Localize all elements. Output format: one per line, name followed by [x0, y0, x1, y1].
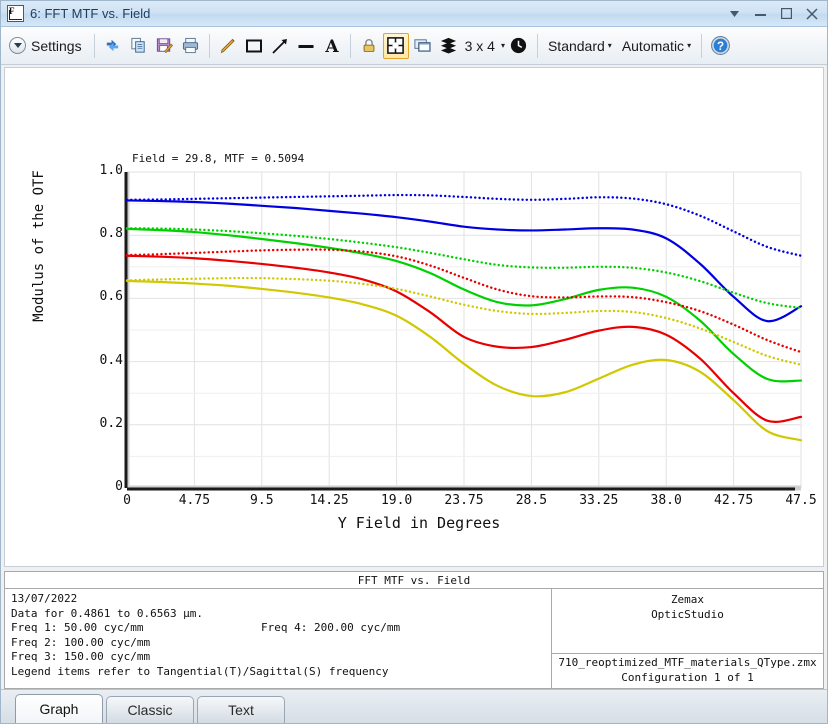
- fit-window-icon[interactable]: [383, 33, 409, 59]
- tab-bar: GraphClassicText: [1, 689, 827, 723]
- info-freq2: Freq 2: 100.00 cyc/mm: [11, 636, 551, 651]
- mtf-plot: [5, 68, 824, 567]
- info-panel-title: FFT MTF vs. Field: [5, 572, 823, 589]
- info-freq1: Freq 1: 50.00 cyc/mm: [11, 621, 261, 636]
- file-name: 710_reoptimized_MTF_materials_QType.zmx: [552, 656, 823, 671]
- tab-text[interactable]: Text: [197, 696, 285, 723]
- chevron-down-icon: ▾: [608, 41, 612, 50]
- info-data-for: Data for 0.4861 to 0.6563 µm.: [11, 607, 551, 622]
- svg-text:A: A: [324, 37, 339, 56]
- maximize-button[interactable]: [773, 3, 799, 25]
- dropdown-menu-button[interactable]: [721, 3, 747, 25]
- toolbar-separator: [209, 34, 210, 58]
- scale-combo-label: Automatic: [622, 38, 684, 54]
- save-image-icon[interactable]: [153, 34, 177, 58]
- chevron-down-icon: [9, 37, 26, 54]
- info-freq3: Freq 3: 150.00 cyc/mm: [11, 650, 551, 665]
- settings-label: Settings: [31, 38, 82, 54]
- chevron-down-icon[interactable]: ▾: [501, 41, 505, 50]
- svg-text:?: ?: [717, 41, 724, 53]
- fft-mtf-window: F 6: FFT MTF vs. Field Settings: [0, 0, 828, 724]
- info-date: 13/07/2022: [11, 592, 551, 607]
- brand-line-1: Zemax: [552, 593, 823, 608]
- info-panel: FFT MTF vs. Field 13/07/2022 Data for 0.…: [4, 571, 824, 689]
- copy-icon[interactable]: [127, 34, 151, 58]
- text-annotate-icon[interactable]: A: [320, 34, 344, 58]
- chevron-down-icon: ▾: [687, 41, 691, 50]
- grid-layout-label[interactable]: 3 x 4: [465, 38, 495, 54]
- settings-button[interactable]: Settings: [7, 31, 88, 61]
- help-icon[interactable]: ?: [708, 34, 732, 58]
- print-icon[interactable]: [179, 34, 203, 58]
- tab-classic[interactable]: Classic: [106, 696, 194, 723]
- toolbar-separator: [701, 34, 702, 58]
- configuration-label: Configuration 1 of 1: [552, 671, 823, 686]
- info-panel-right: Zemax OpticStudio 710_reoptimized_MTF_ma…: [551, 589, 823, 688]
- style-combo-label: Standard: [548, 38, 605, 54]
- close-button[interactable]: [799, 3, 825, 25]
- toolbar-separator: [94, 34, 95, 58]
- brand-line-2: OpticStudio: [552, 608, 823, 623]
- refresh-icon[interactable]: [101, 34, 125, 58]
- detach-window-icon[interactable]: [411, 34, 435, 58]
- line-shape-icon[interactable]: [294, 34, 318, 58]
- tab-graph[interactable]: Graph: [15, 694, 103, 723]
- minimize-button[interactable]: [747, 3, 773, 25]
- arrow-shape-icon[interactable]: [268, 34, 292, 58]
- reset-icon[interactable]: [507, 34, 531, 58]
- chart-canvas[interactable]: Field = 29.8, MTF = 0.5094 Modulus of th…: [4, 67, 824, 567]
- rectangle-shape-icon[interactable]: [242, 34, 266, 58]
- window-controls: [721, 3, 825, 25]
- fft-mtf-window-icon: F: [7, 5, 24, 22]
- lock-icon[interactable]: [357, 34, 381, 58]
- scale-combo[interactable]: Automatic ▾: [618, 33, 695, 59]
- toolbar-separator: [537, 34, 538, 58]
- info-panel-left: 13/07/2022 Data for 0.4861 to 0.6563 µm.…: [5, 589, 551, 688]
- pencil-annotate-icon[interactable]: [216, 34, 240, 58]
- toolbar-separator: [350, 34, 351, 58]
- toolbar: Settings: [1, 27, 827, 65]
- info-legend-note: Legend items refer to Tangential(T)/Sagi…: [11, 665, 551, 680]
- window-title: 6: FFT MTF vs. Field: [30, 6, 150, 21]
- info-freq4: Freq 4: 200.00 cyc/mm: [261, 621, 400, 636]
- style-combo[interactable]: Standard ▾: [544, 33, 616, 59]
- layers-icon[interactable]: [437, 34, 461, 58]
- title-bar: F 6: FFT MTF vs. Field: [1, 1, 827, 27]
